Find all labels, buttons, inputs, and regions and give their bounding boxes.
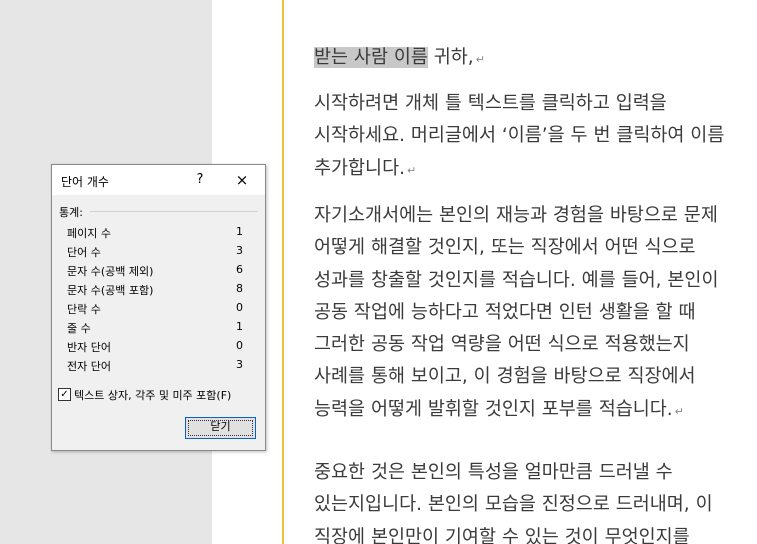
text-line[interactable]: 자기소개서에는 본인의 재능과 경험을 바탕으로 문제 [314,200,718,232]
stat-row: 줄 수 1 [67,320,243,339]
selected-text[interactable]: 받는 사람 이름 [314,47,428,68]
text-run[interactable]: 그러한 공동 작업 역량을 어떤 식으로 적용했는지 [314,334,690,355]
text-run[interactable]: 성과를 창출할 것인지를 적습니다. 예를 들어, 본인이 [314,270,718,291]
text-line[interactable]: 어떻게 해결할 것인지, 또는 직장에서 어떤 식으로 [314,232,718,264]
text-line[interactable]: 받는 사람 이름 귀하, ↵ [314,42,485,74]
text-line[interactable]: 능력을 어떻게 발휘할 것인지 포부를 적습니다. ↵ [314,394,718,426]
text-line[interactable]: 시작하려면 개체 틀 텍스트를 클릭하고 입력을 [314,88,724,120]
stat-name: 단어 수 [67,246,101,259]
text-run[interactable]: 중요한 것은 본인의 특성을 얼마만큼 드러낼 수 [314,462,673,483]
stat-name: 문자 수(공백 포함) [67,284,154,297]
stat-name: 전자 단어 [67,360,111,373]
stat-row: 페이지 수 1 [67,225,243,244]
stat-value: 8 [236,282,243,295]
stat-row: 문자 수(공백 제외) 6 [67,263,243,282]
stat-row: 전자 단어 3 [67,358,243,377]
stat-value: 0 [236,301,243,314]
stat-row: 단어 수 3 [67,244,243,263]
stat-value: 1 [236,320,243,333]
checkbox-icon[interactable]: ✓ [58,388,71,401]
text-run[interactable]: 공동 작업에 능하다고 적었다면 인턴 생활을 할 때 [314,302,696,323]
stat-value: 3 [236,358,243,371]
text-line[interactable]: 그러한 공동 작업 역량을 어떤 식으로 적용했는지 [314,329,718,361]
text-line[interactable]: 있는지입니다. 본인의 모습을 진정으로 드러내며, 이 [314,489,713,521]
text-run[interactable]: 능력을 어떻게 발휘할 것인지 포부를 적습니다. [314,399,673,420]
dialog-titlebar[interactable]: 단어 개수 ? × [52,165,265,195]
text-line[interactable]: 시작하세요. 머리글에서 ‘이름’을 두 번 클릭하여 이름 [314,120,724,152]
stat-value: 3 [236,244,243,257]
stat-value: 1 [236,225,243,238]
text-run[interactable]: 자기소개서에는 본인의 재능과 경험을 바탕으로 문제 [314,205,718,226]
statistics-label: 통계: [59,206,83,219]
text-line[interactable]: 성과를 창출할 것인지를 적습니다. 예를 들어, 본인이 [314,265,718,297]
text-run[interactable]: 시작하세요. 머리글에서 ‘이름’을 두 번 클릭하여 이름 [314,125,724,146]
dialog-title: 단어 개수 [61,175,109,189]
checkbox-label: 텍스트 상자, 각주 및 미주 포함(F) [74,389,232,402]
text-run[interactable]: 귀하, [428,47,474,68]
text-line[interactable]: 추가합니다. ↵ [314,153,724,185]
paragraph[interactable]: 자기소개서에는 본인의 재능과 경험을 바탕으로 문제어떻게 해결할 것인지, … [314,200,718,426]
text-run[interactable]: 어떻게 해결할 것인지, 또는 직장에서 어떤 식으로 [314,237,696,258]
stat-name: 페이지 수 [67,227,111,240]
include-textboxes-checkbox[interactable]: ✓ 텍스트 상자, 각주 및 미주 포함(F) [58,387,262,403]
paragraph[interactable]: 받는 사람 이름 귀하, ↵ [314,42,485,74]
stat-name: 단락 수 [67,303,101,316]
text-line[interactable]: 사례를 통해 보이고, 이 경험을 바탕으로 직장에서 [314,361,718,393]
paragraph-mark-icon: ↵ [674,404,684,418]
paragraph[interactable]: 중요한 것은 본인의 특성을 얼마만큼 드러낼 수있는지입니다. 본인의 모습을… [314,457,713,544]
text-run[interactable]: 사례를 통해 보이고, 이 경험을 바탕으로 직장에서 [314,366,696,387]
text-run[interactable]: 직장에 본인만이 기여할 수 있는 것이 무엇인지를 [314,527,690,544]
document-page[interactable]: 받는 사람 이름 귀하, ↵ 시작하려면 개체 틀 텍스트를 클릭하고 입력을 시작하… [212,0,757,544]
statistics-divider [90,211,258,212]
close-button[interactable]: 닫기 [185,417,256,439]
stat-row: 단락 수 0 [67,301,243,320]
paragraph-mark-icon: ↵ [475,53,485,66]
text-run[interactable]: 시작하려면 개체 틀 텍스트를 클릭하고 입력을 [314,93,667,114]
text-run[interactable]: 추가합니다. [314,158,405,179]
stat-name: 문자 수(공백 제외) [67,265,154,278]
stat-name: 줄 수 [67,322,91,335]
stat-row: 반자 단어 0 [67,339,243,358]
paragraph-mark-icon: ↵ [406,163,417,177]
close-button-label: 닫기 [210,420,231,433]
stat-value: 6 [236,263,243,276]
text-boundary-line [282,0,284,544]
help-button[interactable]: ? [194,172,206,187]
stat-row: 문자 수(공백 포함) 8 [67,282,243,301]
text-line[interactable]: 직장에 본인만이 기여할 수 있는 것이 무엇인지를 [314,522,713,544]
text-line[interactable]: 공동 작업에 능하다고 적었다면 인턴 생활을 할 때 [314,297,718,329]
text-line[interactable]: 중요한 것은 본인의 특성을 얼마만큼 드러낼 수 [314,457,713,489]
stat-value: 0 [236,339,243,352]
word-count-dialog: 단어 개수 ? × 통계: 페이지 수 1 단어 수 3 문자 수(공백 제외) 6 문자 … [51,164,266,451]
text-run[interactable]: 있는지입니다. 본인의 모습을 진정으로 드러내며, 이 [314,494,713,515]
paragraph[interactable]: 시작하려면 개체 틀 텍스트를 클릭하고 입력을시작하세요. 머리글에서 ‘이름… [314,88,724,185]
statistics-table: 페이지 수 1 단어 수 3 문자 수(공백 제외) 6 문자 수(공백 포함) 8 단락 수 0… [67,225,243,377]
close-icon[interactable]: × [232,171,252,189]
stat-name: 반자 단어 [67,341,111,354]
